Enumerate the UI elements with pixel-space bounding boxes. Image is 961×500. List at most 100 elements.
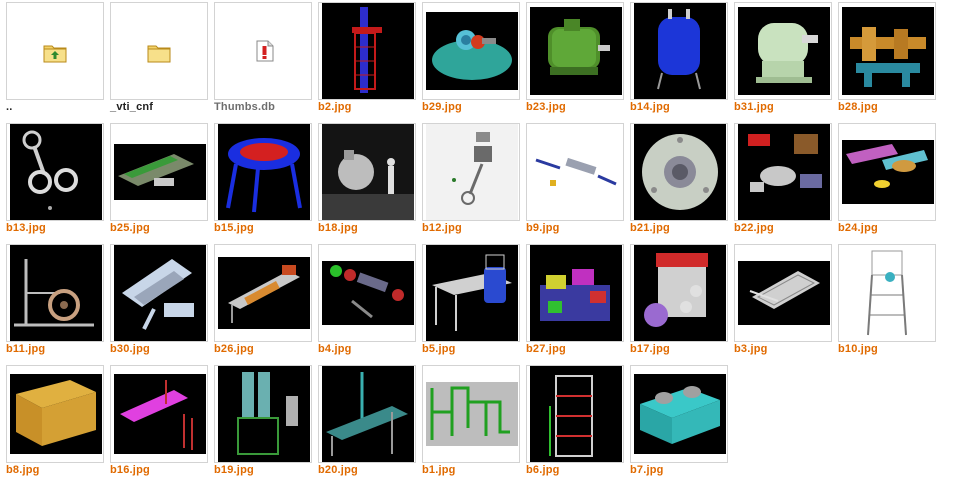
thumbnail-frame	[526, 244, 624, 342]
tile-b5[interactable]: b5.jpg	[420, 242, 520, 360]
tile-b3[interactable]: b3.jpg	[732, 242, 832, 360]
thumbnail-frame	[734, 244, 832, 342]
file-name: b1.jpg	[422, 464, 456, 476]
tile-b31[interactable]: b31.jpg	[732, 0, 832, 118]
thumbnail-frame	[318, 2, 416, 100]
image-thumbnail	[426, 124, 518, 220]
thumbnail-frame	[6, 244, 104, 342]
thumbnail-frame	[6, 365, 104, 463]
tile-b6[interactable]: b6.jpg	[524, 363, 624, 481]
thumbnail-frame	[838, 244, 936, 342]
image-thumbnail	[322, 124, 414, 220]
image-thumbnail	[322, 366, 414, 462]
image-thumbnail	[530, 366, 622, 462]
tile-b13[interactable]: b13.jpg	[4, 121, 104, 239]
file-name: b19.jpg	[214, 464, 254, 476]
tile-b26[interactable]: b26.jpg	[212, 242, 312, 360]
tile-b29[interactable]: b29.jpg	[420, 0, 520, 118]
thumbnail-frame	[838, 123, 936, 221]
tile-b1[interactable]: b1.jpg	[420, 363, 520, 481]
tile-b12[interactable]: b12.jpg	[420, 121, 520, 239]
image-thumbnail	[530, 245, 622, 341]
image-thumbnail	[842, 140, 934, 204]
thumbnail-frame	[422, 123, 520, 221]
image-thumbnail	[114, 144, 206, 200]
tile-b8[interactable]: b8.jpg	[4, 363, 104, 481]
tile-b27[interactable]: b27.jpg	[524, 242, 624, 360]
file-name: b5.jpg	[422, 343, 456, 355]
file-name: b20.jpg	[318, 464, 358, 476]
image-thumbnail	[530, 7, 622, 95]
tile-b16[interactable]: b16.jpg	[108, 363, 208, 481]
image-thumbnail	[634, 124, 726, 220]
image-thumbnail	[634, 3, 726, 99]
thumbnail-frame	[630, 2, 728, 100]
tile-folder-vti-cnf[interactable]: _vti_cnf	[108, 0, 208, 118]
thumbnail-frame	[6, 123, 104, 221]
tile-b28[interactable]: b28.jpg	[836, 0, 936, 118]
tile-b20[interactable]: b20.jpg	[316, 363, 416, 481]
image-thumbnail	[10, 124, 102, 220]
tile-b4[interactable]: b4.jpg	[316, 242, 416, 360]
system-file-icon	[256, 40, 274, 62]
file-name: b16.jpg	[110, 464, 150, 476]
thumbnail-frame	[422, 244, 520, 342]
tile-b22[interactable]: b22.jpg	[732, 121, 832, 239]
file-name: b14.jpg	[630, 101, 670, 113]
image-thumbnail	[218, 257, 310, 329]
file-name: b28.jpg	[838, 101, 878, 113]
folder-icon	[147, 45, 171, 63]
tile-b17[interactable]: b17.jpg	[628, 242, 728, 360]
tile-b25[interactable]: b25.jpg	[108, 121, 208, 239]
tile-b10[interactable]: b10.jpg	[836, 242, 936, 360]
tile-b9[interactable]: b9.jpg	[524, 121, 624, 239]
file-name: b24.jpg	[838, 222, 878, 234]
image-thumbnail	[738, 261, 830, 325]
thumbnail-frame	[526, 2, 624, 100]
image-thumbnail	[426, 382, 518, 446]
thumbnail-frame	[318, 365, 416, 463]
file-name: _vti_cnf	[110, 101, 154, 113]
image-thumbnail	[738, 124, 830, 220]
file-name: b30.jpg	[110, 343, 150, 355]
file-name: b7.jpg	[630, 464, 664, 476]
file-name: b13.jpg	[6, 222, 46, 234]
tile-b21[interactable]: b21.jpg	[628, 121, 728, 239]
thumbnail-frame	[110, 244, 208, 342]
thumbnail-frame	[630, 123, 728, 221]
image-thumbnail	[218, 366, 310, 462]
thumbnail-frame	[630, 365, 728, 463]
thumbnail-frame	[734, 2, 832, 100]
tile-b18[interactable]: b18.jpg	[316, 121, 416, 239]
tile-b19[interactable]: b19.jpg	[212, 363, 312, 481]
thumbnail-frame	[214, 365, 312, 463]
file-name: b27.jpg	[526, 343, 566, 355]
image-thumbnail	[218, 124, 310, 220]
thumbnail-frame	[838, 2, 936, 100]
tile-b14[interactable]: b14.jpg	[628, 0, 728, 118]
folder-up-icon	[43, 45, 67, 63]
tile-b7[interactable]: b7.jpg	[628, 363, 728, 481]
file-name: b17.jpg	[630, 343, 670, 355]
image-thumbnail	[634, 374, 726, 454]
thumbnail-frame	[422, 365, 520, 463]
tile-b24[interactable]: b24.jpg	[836, 121, 936, 239]
thumbnail-frame	[6, 2, 104, 100]
thumbnail-frame	[110, 365, 208, 463]
tile-thumbs-db[interactable]: Thumbs.db	[212, 0, 312, 118]
file-name: b4.jpg	[318, 343, 352, 355]
tile-b23[interactable]: b23.jpg	[524, 0, 624, 118]
tile-b15[interactable]: b15.jpg	[212, 121, 312, 239]
file-name: b29.jpg	[422, 101, 462, 113]
thumbnail-frame	[318, 244, 416, 342]
tile-b2[interactable]: b2.jpg	[316, 0, 416, 118]
file-name: ..	[6, 101, 13, 113]
image-thumbnail	[10, 245, 102, 341]
tile-up-folder[interactable]: ..	[4, 0, 104, 118]
image-thumbnail	[842, 7, 934, 95]
tile-b30[interactable]: b30.jpg	[108, 242, 208, 360]
file-name: b31.jpg	[734, 101, 774, 113]
tile-b11[interactable]: b11.jpg	[4, 242, 104, 360]
file-name: b18.jpg	[318, 222, 358, 234]
thumbnail-frame	[422, 2, 520, 100]
